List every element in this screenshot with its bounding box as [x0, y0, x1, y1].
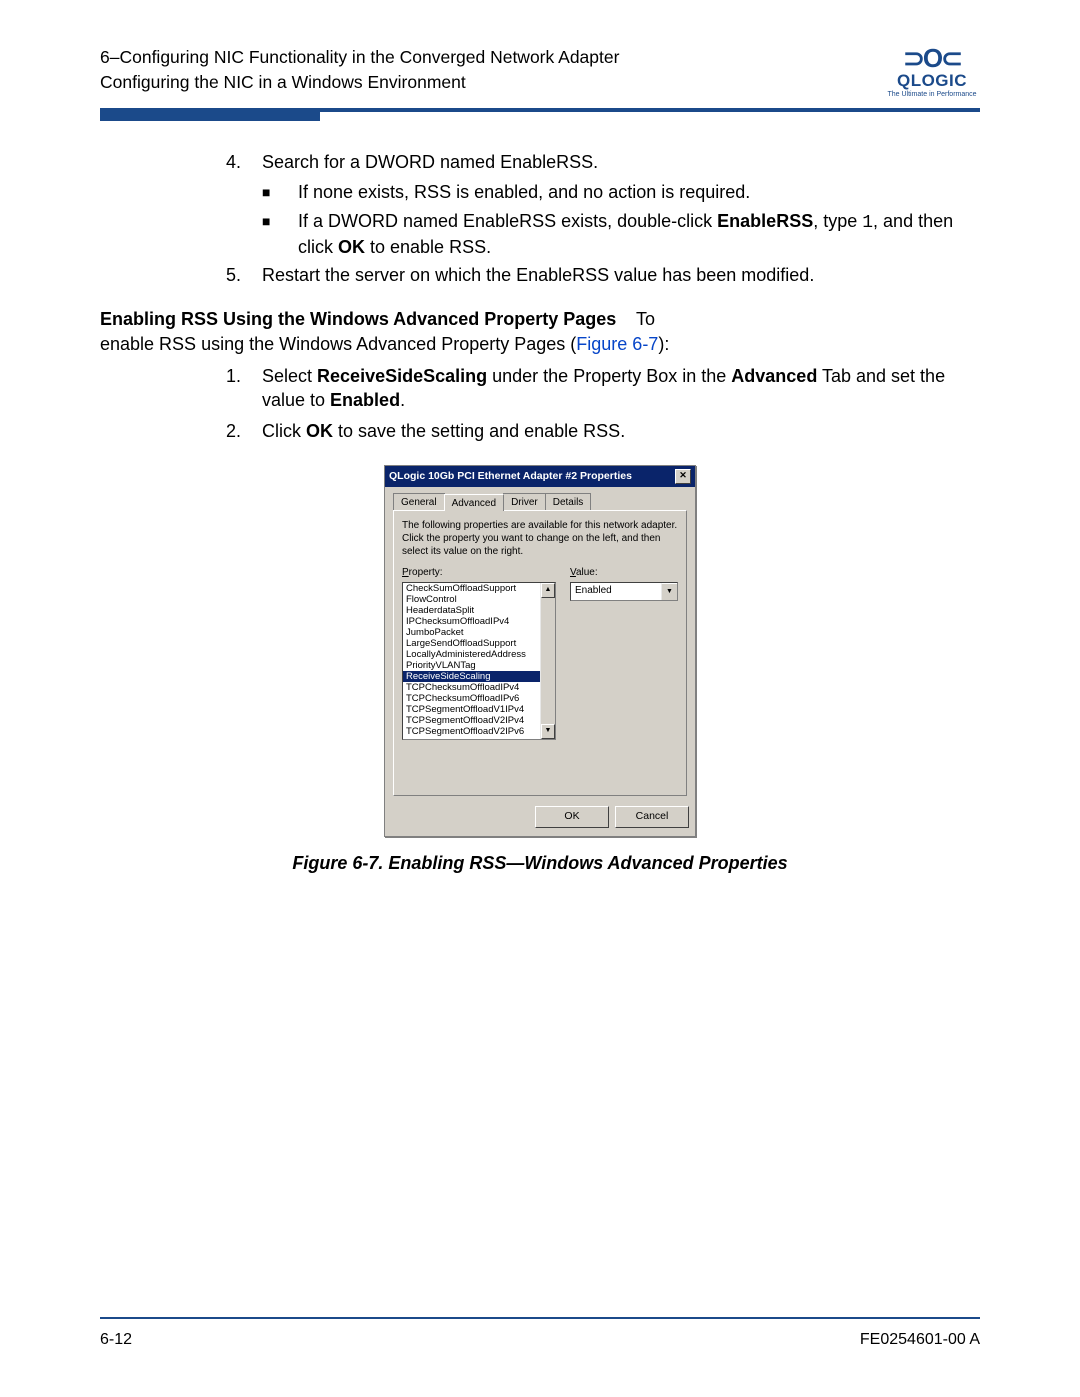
square-bullet-icon: ■	[262, 180, 298, 204]
header-line-2: Configuring the NIC in a Windows Environ…	[100, 70, 619, 95]
value-combobox[interactable]: Enabled ▼	[570, 582, 678, 601]
document-id: FE0254601-00 A	[860, 1331, 980, 1349]
logo-tagline: The Ultimate in Performance	[884, 91, 980, 98]
list-item[interactable]: HeaderdataSplit	[403, 605, 540, 616]
section-heading: Enabling RSS Using the Windows Advanced …	[100, 309, 616, 329]
step-number: 5.	[226, 263, 262, 287]
logo-brand: QLOGIC	[884, 71, 980, 91]
scroll-up-icon[interactable]: ▲	[541, 583, 555, 598]
step-b-1: 1. Select ReceiveSideScaling under the P…	[226, 364, 980, 413]
list-item[interactable]: LocallyAdministeredAddress	[403, 649, 540, 660]
list-item[interactable]: LargeSendOffloadSupport	[403, 638, 540, 649]
list-item[interactable]: TCPSegmentOffloadV2IPv6	[403, 726, 540, 737]
step-text: Select ReceiveSideScaling under the Prop…	[262, 364, 980, 413]
step-text: Restart the server on which the EnableRS…	[262, 263, 980, 287]
chevron-down-icon[interactable]: ▼	[661, 583, 677, 600]
list-item[interactable]: TCPSegmentOffloadV2IPv4	[403, 715, 540, 726]
section-intro: Enabling RSS Using the Windows Advanced …	[100, 307, 980, 356]
list-item[interactable]: CheckSumOffloadSupport	[403, 583, 540, 594]
header-text: 6–Configuring NIC Functionality in the C…	[100, 45, 619, 96]
header-rule	[100, 108, 980, 112]
qlogic-logo: ⊃O⊂ QLOGIC The Ultimate in Performance	[884, 45, 980, 98]
step-text: Search for a DWORD named EnableRSS.	[262, 150, 980, 174]
bullet-text: If a DWORD named EnableRSS exists, doubl…	[298, 209, 980, 260]
body-content: 4. Search for a DWORD named EnableRSS. ■…	[226, 150, 980, 876]
dialog-title-text: QLogic 10Gb PCI Ethernet Adapter #2 Prop…	[389, 469, 632, 483]
property-listbox[interactable]: CheckSumOffloadSupportFlowControlHeaderd…	[402, 582, 556, 740]
property-label: Property:	[402, 566, 556, 580]
step-text: Click OK to save the setting and enable …	[262, 419, 980, 443]
properties-dialog: QLogic 10Gb PCI Ethernet Adapter #2 Prop…	[384, 465, 696, 838]
page-header: 6–Configuring NIC Functionality in the C…	[100, 45, 980, 98]
page-number: 6-12	[100, 1331, 132, 1349]
list-item[interactable]: ReceiveSideScaling	[403, 671, 540, 682]
list-item[interactable]: FlowControl	[403, 594, 540, 605]
step-4: 4. Search for a DWORD named EnableRSS.	[226, 150, 980, 174]
figure-6-7: QLogic 10Gb PCI Ethernet Adapter #2 Prop…	[100, 465, 980, 876]
cancel-button[interactable]: Cancel	[615, 806, 689, 828]
bullet-text: If none exists, RSS is enabled, and no a…	[298, 180, 980, 204]
ok-button[interactable]: OK	[535, 806, 609, 828]
logo-glyph-icon: ⊃O⊂	[884, 45, 980, 71]
tab-advanced[interactable]: Advanced	[444, 494, 504, 512]
bullet-1: ■ If none exists, RSS is enabled, and no…	[262, 180, 980, 204]
dialog-titlebar: QLogic 10Gb PCI Ethernet Adapter #2 Prop…	[385, 466, 695, 487]
scrollbar[interactable]: ▲ ▼	[540, 583, 555, 739]
list-item[interactable]: TCPSegmentOffloadV1IPv4	[403, 704, 540, 715]
step-number: 4.	[226, 150, 262, 174]
dialog-button-row: OK Cancel	[385, 800, 695, 836]
step-number: 1.	[226, 364, 262, 413]
close-button[interactable]: ✕	[675, 469, 691, 484]
list-item[interactable]: JumboPacket	[403, 627, 540, 638]
dialog-tabs: General Advanced Driver Details	[393, 493, 687, 511]
list-item[interactable]: PriorityVLANTag	[403, 660, 540, 671]
header-line-1: 6–Configuring NIC Functionality in the C…	[100, 45, 619, 70]
tab-details[interactable]: Details	[545, 493, 592, 511]
figure-link[interactable]: Figure 6-7	[576, 334, 658, 354]
figure-caption: Figure 6-7. Enabling RSS—Windows Advance…	[292, 851, 787, 875]
bullet-2: ■ If a DWORD named EnableRSS exists, dou…	[262, 209, 980, 260]
list-item[interactable]: TCPChecksumOffloadIPv6	[403, 693, 540, 704]
tab-panel: The following properties are available f…	[393, 510, 687, 796]
step-number: 2.	[226, 419, 262, 443]
footer-rule	[100, 1317, 980, 1319]
step-5: 5. Restart the server on which the Enabl…	[226, 263, 980, 287]
list-item[interactable]: IPChecksumOffloadIPv4	[403, 616, 540, 627]
tab-general[interactable]: General	[393, 493, 445, 511]
panel-description: The following properties are available f…	[402, 519, 678, 558]
list-item[interactable]: TCPChecksumOffloadIPv4	[403, 682, 540, 693]
value-text: Enabled	[571, 583, 661, 600]
page-footer: 6-12 FE0254601-00 A	[100, 1331, 980, 1349]
scroll-down-icon[interactable]: ▼	[541, 724, 555, 739]
step-b-2: 2. Click OK to save the setting and enab…	[226, 419, 980, 443]
value-label: Value:	[570, 566, 678, 580]
square-bullet-icon: ■	[262, 209, 298, 260]
tab-driver[interactable]: Driver	[503, 493, 546, 511]
